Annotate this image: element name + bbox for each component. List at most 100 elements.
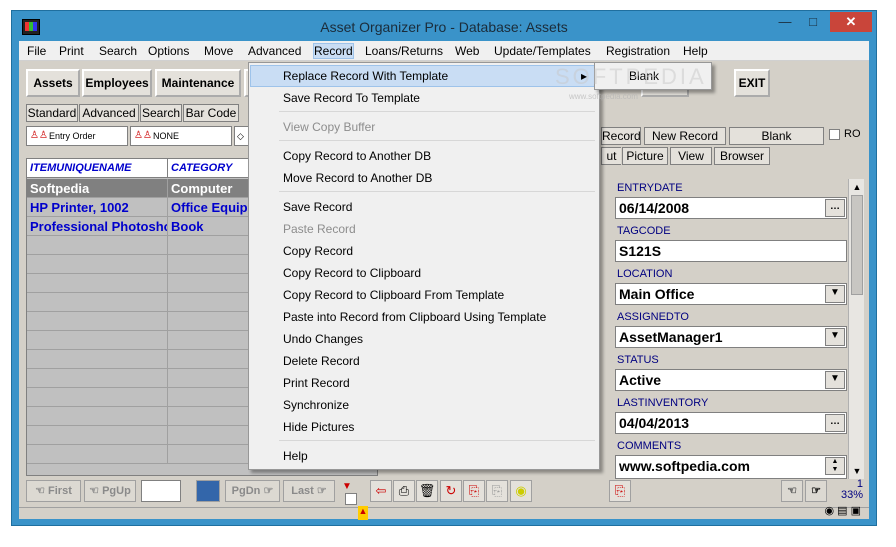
blank-button[interactable]: Blank (729, 127, 824, 145)
paste-record-icon[interactable]: ⎘ (486, 480, 508, 502)
table-cell-empty[interactable] (27, 369, 168, 388)
chevron-down-icon[interactable]: ▼ (825, 285, 845, 303)
spin-icon[interactable]: ▲ ▼ (825, 457, 845, 475)
date-picker-button[interactable]: … (825, 199, 845, 217)
first-button[interactable]: ☜ First (26, 480, 81, 502)
last-button[interactable]: Last ☞ (283, 480, 335, 502)
tab-layout-partial[interactable]: ut (601, 147, 621, 165)
table-cell[interactable]: HP Printer, 1002 (27, 198, 168, 217)
menu-update-templates[interactable]: Update/Templates (494, 44, 591, 58)
table-cell-empty[interactable] (27, 274, 168, 293)
table-cell-empty[interactable] (27, 312, 168, 331)
assignedto-select[interactable]: AssetManager1 ▼ (615, 326, 847, 348)
title-bar[interactable]: Asset Organizer Pro - Database: Assets —… (12, 11, 876, 41)
save-record-icon[interactable]: ⎘ (609, 480, 631, 502)
split-handle-icon[interactable]: ▲ (358, 506, 368, 520)
menu-file[interactable]: File (27, 44, 46, 58)
table-cell[interactable]: Professional Photoshop (27, 217, 168, 236)
grid-view-icon[interactable] (196, 480, 220, 502)
chevron-down-icon[interactable]: ▼ (825, 328, 845, 346)
tab-view[interactable]: View (670, 147, 712, 165)
maintenance-button[interactable]: Maintenance (155, 69, 241, 97)
menu-help[interactable]: Help (683, 44, 708, 58)
tab-picture[interactable]: Picture (622, 147, 668, 165)
menu-item-save-record[interactable]: Save Record (251, 197, 597, 217)
trash-icon[interactable]: 🗑 (416, 480, 438, 502)
refresh-icon[interactable]: ↻ (440, 480, 462, 502)
scroll-down-icon[interactable]: ▼ (851, 465, 863, 477)
status-select[interactable]: Active ▼ (615, 369, 847, 391)
menu-move[interactable]: Move (204, 44, 233, 58)
menu-item-replace-record-with-template[interactable]: Replace Record With Template ▸ (250, 65, 598, 87)
ro-checkbox[interactable] (829, 129, 840, 140)
scroll-up-icon[interactable]: ▲ (851, 181, 863, 193)
tab-advanced[interactable]: Advanced (79, 104, 139, 122)
table-cell-empty[interactable] (27, 388, 168, 407)
tab-browser[interactable]: Browser (714, 147, 770, 165)
page-number-input[interactable] (141, 480, 181, 502)
table-cell-empty[interactable] (27, 350, 168, 369)
copy-record-icon[interactable]: ⎘ (463, 480, 485, 502)
column-header-itemuniquename[interactable]: ITEMUNIQUENAME (27, 159, 168, 178)
menu-print[interactable]: Print (59, 44, 84, 58)
table-cell-empty[interactable] (27, 236, 168, 255)
back-arrow-icon[interactable]: ⇦ (370, 480, 392, 502)
menu-item-copy-record[interactable]: Copy Record (251, 241, 597, 261)
bulb-icon[interactable]: ◉ (824, 505, 834, 517)
table-cell-empty[interactable] (27, 445, 168, 464)
menu-item-paste-into-record-from-clipboard[interactable]: Paste into Record from Clipboard Using T… (251, 307, 597, 327)
table-cell-empty[interactable] (27, 426, 168, 445)
menu-web[interactable]: Web (455, 44, 479, 58)
menu-item-save-record-to-template[interactable]: Save Record To Template (251, 88, 597, 108)
hand-right-icon[interactable]: ☞ (805, 480, 827, 502)
menu-item-help[interactable]: Help (251, 446, 597, 466)
maximize-icon[interactable]: □ (800, 12, 826, 32)
entrydate-field[interactable]: 06/14/2008 … (615, 197, 847, 219)
menu-item-move-record-to-another-db[interactable]: Move Record to Another DB (251, 168, 597, 188)
menu-loans-returns[interactable]: Loans/Returns (365, 44, 443, 58)
exit-button[interactable]: EXIT (734, 69, 770, 97)
pgup-button[interactable]: ☜ PgUp (84, 480, 136, 502)
tab-search[interactable]: Search (140, 104, 182, 122)
menu-options[interactable]: Options (148, 44, 189, 58)
date-picker-button[interactable]: … (825, 414, 845, 432)
form-scrollbar[interactable]: ▲ ▼ (848, 179, 864, 479)
minimize-icon[interactable]: — (772, 12, 798, 32)
menu-item-synchronize[interactable]: Synchronize (251, 395, 597, 415)
lastinventory-field[interactable]: 04/04/2013 … (615, 412, 847, 434)
menu-search[interactable]: Search (99, 44, 137, 58)
table-cell-empty[interactable] (27, 293, 168, 312)
record-button[interactable]: Record (601, 127, 641, 145)
menu-item-copy-record-to-clipboard-from-template[interactable]: Copy Record to Clipboard From Template (251, 285, 597, 305)
document-icon[interactable]: ▤ (837, 505, 847, 517)
table-cell-empty[interactable] (27, 331, 168, 350)
lock-icon[interactable]: ▣ (851, 505, 861, 517)
comments-field[interactable]: www.softpedia.com ▲ ▼ (615, 455, 847, 479)
location-select[interactable]: Main Office ▼ (615, 283, 847, 305)
toggle-checkbox[interactable] (345, 493, 357, 505)
tab-bar-code[interactable]: Bar Code (183, 104, 239, 122)
menu-advanced[interactable]: Advanced (248, 44, 301, 58)
pgdn-button[interactable]: PgDn ☞ (225, 480, 280, 502)
hand-left-icon[interactable]: ☜ (781, 480, 803, 502)
bulb-icon[interactable]: ◉ (510, 480, 532, 502)
scroll-thumb[interactable] (851, 195, 863, 295)
menu-item-delete-record[interactable]: Delete Record (251, 351, 597, 371)
sort-order-select[interactable]: ♙♙ Entry Order (26, 126, 128, 146)
menu-item-print-record[interactable]: Print Record (251, 373, 597, 393)
filter-select[interactable]: ♙♙ NONE (130, 126, 232, 146)
chevron-down-icon[interactable]: ▼ (825, 371, 845, 389)
employees-button[interactable]: Employees (82, 69, 152, 97)
menu-item-copy-record-to-clipboard[interactable]: Copy Record to Clipboard (251, 263, 597, 283)
menu-registration[interactable]: Registration (606, 44, 670, 58)
menu-item-hide-pictures[interactable]: Hide Pictures (251, 417, 597, 437)
menu-item-copy-record-to-another-db[interactable]: Copy Record to Another DB (251, 146, 597, 166)
tagcode-field[interactable]: S121S (615, 240, 847, 262)
print-icon[interactable]: ⎙ (393, 480, 415, 502)
assets-button[interactable]: Assets (26, 69, 80, 97)
menu-item-undo-changes[interactable]: Undo Changes (251, 329, 597, 349)
table-cell[interactable]: Softpedia (27, 179, 168, 198)
menu-record[interactable]: Record (313, 43, 354, 59)
close-icon[interactable]: ✕ (830, 12, 872, 32)
table-cell-empty[interactable] (27, 255, 168, 274)
